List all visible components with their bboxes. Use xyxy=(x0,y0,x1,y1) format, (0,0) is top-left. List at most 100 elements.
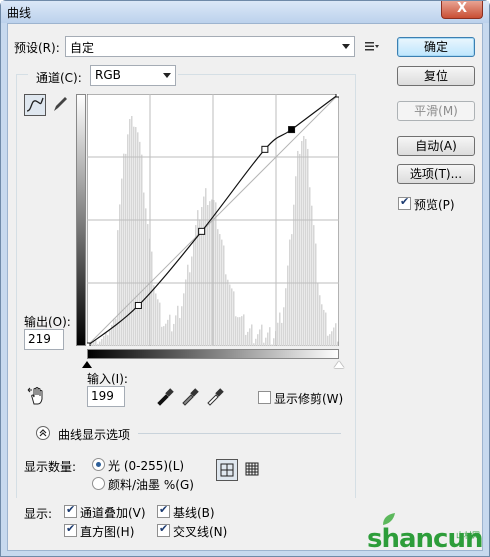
show-label: 显示: xyxy=(24,507,53,521)
light-radio[interactable] xyxy=(92,458,105,471)
histogram-bar xyxy=(327,335,329,346)
title-bar[interactable]: 曲线 X xyxy=(1,1,489,23)
histogram-bar xyxy=(251,324,253,346)
preset-select[interactable]: 自定 xyxy=(65,36,355,57)
preset-menu-icon[interactable] xyxy=(363,38,379,54)
histogram-bar xyxy=(175,315,177,346)
preset-label: 预设(R): xyxy=(14,41,60,55)
baseline-label: 基线(B) xyxy=(173,506,215,520)
pencil-icon[interactable] xyxy=(50,94,72,116)
input-field[interactable]: 199 xyxy=(87,386,125,407)
histogram-bar xyxy=(247,331,249,346)
histogram-bar xyxy=(289,239,291,346)
output-label: 输出(O): xyxy=(24,315,71,329)
histogram-bar xyxy=(181,306,183,346)
histogram-bar xyxy=(325,312,327,346)
histogram-label: 直方图(H) xyxy=(80,525,135,539)
divider xyxy=(138,433,341,434)
show-clipping-label: 显示修剪(W) xyxy=(274,392,344,406)
show-clipping-checkbox[interactable] xyxy=(258,391,271,404)
histogram-bar xyxy=(293,204,295,346)
curve-point[interactable] xyxy=(288,126,296,134)
histogram-bar xyxy=(183,293,185,346)
histogram-bar xyxy=(105,332,107,346)
histogram-bar xyxy=(249,328,251,346)
pigment-radio[interactable] xyxy=(92,477,105,490)
curve-tool-icon[interactable] xyxy=(24,94,46,116)
channel-value: RGB xyxy=(95,68,121,82)
histogram-bar xyxy=(225,274,227,346)
histogram-bar xyxy=(107,335,109,346)
histogram-bar xyxy=(165,323,167,346)
curve-graph[interactable] xyxy=(83,90,343,350)
histogram-bar xyxy=(259,329,261,346)
histogram-bar xyxy=(163,326,165,346)
histogram-bar xyxy=(261,324,263,346)
reset-button[interactable]: 复位 xyxy=(397,66,475,86)
curve-svg[interactable] xyxy=(83,90,343,350)
ok-button[interactable]: 确定 xyxy=(397,37,475,57)
baseline-checkbox[interactable] xyxy=(157,503,170,518)
collapse-icon[interactable] xyxy=(36,426,50,440)
preset-value: 自定 xyxy=(70,41,95,55)
eyedropper-black-icon[interactable] xyxy=(155,386,175,406)
histogram-bar xyxy=(159,302,161,346)
input-label: 输入(I): xyxy=(87,372,128,386)
histogram-bar xyxy=(143,192,145,346)
histogram-bar xyxy=(195,225,197,346)
curves-dialog: 曲线 X 预设(R): 自定 确定 复位 平滑(M) 自动(A) 选项(T)..… xyxy=(0,0,490,557)
on-image-adjust-icon[interactable] xyxy=(26,385,48,407)
histogram-bar xyxy=(219,234,221,346)
histogram-bar xyxy=(133,126,135,346)
histogram-bar xyxy=(253,343,255,346)
histogram-bar xyxy=(317,282,319,346)
channel-label: 通道(C): xyxy=(36,71,82,85)
grid-10x10-icon[interactable] xyxy=(242,459,264,481)
close-button[interactable]: X xyxy=(441,1,483,19)
options-button[interactable]: 选项(T)... xyxy=(397,164,475,184)
preview-label: 预览(P) xyxy=(414,198,455,212)
histogram-bar xyxy=(269,327,271,346)
grid-4x4-icon[interactable] xyxy=(216,459,238,481)
histogram-bar xyxy=(279,312,281,346)
curve-point[interactable] xyxy=(83,342,91,350)
histogram-bar xyxy=(119,204,121,346)
curve-point[interactable] xyxy=(134,301,142,309)
histogram-bar xyxy=(101,339,103,346)
histogram-bar xyxy=(323,309,325,346)
histogram-bar xyxy=(155,293,157,346)
histogram-bar xyxy=(277,322,279,346)
histogram-bar xyxy=(145,208,147,346)
smooth-button[interactable]: 平滑(M) xyxy=(397,101,475,121)
histogram-bar xyxy=(103,335,105,346)
window-title: 曲线 xyxy=(7,6,32,20)
histogram-bar xyxy=(169,314,171,346)
histogram-bar xyxy=(167,319,169,346)
dialog-body: 预设(R): 自定 确定 复位 平滑(M) 自动(A) 选项(T)... 预览(… xyxy=(7,23,483,551)
eyedropper-gray-icon[interactable] xyxy=(180,386,200,406)
channel-overlays-label: 通道叠加(V) xyxy=(80,506,146,520)
curve-point[interactable] xyxy=(335,90,343,98)
intersection-line-label: 交叉线(N) xyxy=(173,525,228,539)
histogram-checkbox[interactable] xyxy=(64,522,77,537)
black-point-slider[interactable] xyxy=(82,361,92,368)
channel-overlays-checkbox[interactable] xyxy=(64,503,77,518)
chevron-down-icon xyxy=(163,73,171,78)
histogram-bar xyxy=(291,234,293,346)
histogram-bar xyxy=(185,279,187,346)
preview-checkbox[interactable] xyxy=(398,195,411,210)
curve-point[interactable] xyxy=(198,227,206,235)
intersection-line-checkbox[interactable] xyxy=(157,522,170,537)
auto-button[interactable]: 自动(A) xyxy=(397,136,475,156)
channel-select[interactable]: RGB xyxy=(90,65,176,86)
curve-point[interactable] xyxy=(261,145,269,153)
histogram-bar xyxy=(241,316,243,346)
show-amount-label: 显示数量: xyxy=(24,460,77,474)
histogram-bar xyxy=(243,314,245,346)
histogram-bar xyxy=(173,323,175,346)
histogram-bar xyxy=(303,136,305,346)
histogram-bar xyxy=(129,119,131,347)
eyedropper-white-icon[interactable] xyxy=(205,386,225,406)
white-point-slider[interactable] xyxy=(334,361,344,368)
output-field[interactable]: 219 xyxy=(24,329,64,350)
